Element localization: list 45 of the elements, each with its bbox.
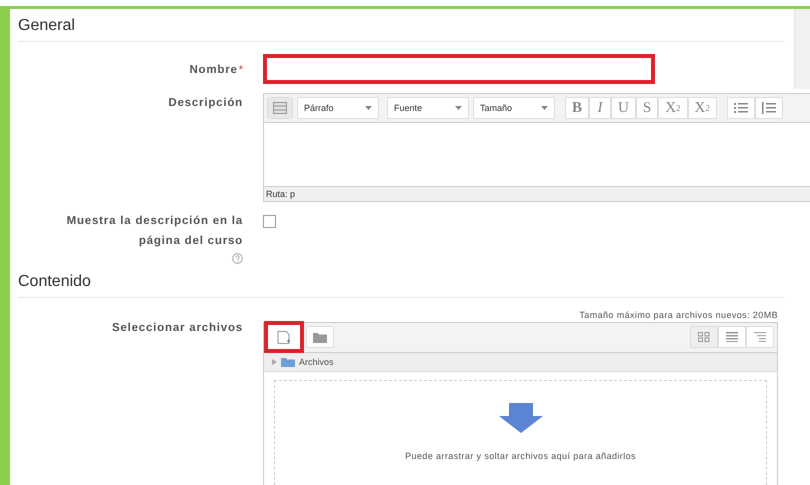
format-dropdown[interactable]: Párrafo xyxy=(297,97,379,119)
drop-zone[interactable]: Puede arrastrar y soltar archivos aquí para añadirlos xyxy=(274,380,767,485)
list-view-button[interactable] xyxy=(718,326,746,348)
caret-icon xyxy=(541,106,548,110)
caret-icon xyxy=(455,106,462,110)
format-button[interactable]: S xyxy=(636,97,658,119)
format-button[interactable]: B xyxy=(565,97,590,119)
format-button[interactable]: U xyxy=(611,97,636,119)
field-label: Descripción xyxy=(168,96,243,111)
editor-path: Ruta: p xyxy=(264,186,810,201)
folder-icon xyxy=(281,357,295,367)
name-input-field[interactable] xyxy=(263,54,655,84)
checkbox[interactable] xyxy=(263,215,276,228)
folder-icon xyxy=(313,332,327,342)
field-label: Nombre xyxy=(189,63,238,78)
format-button[interactable]: I xyxy=(589,97,612,119)
add-file-button[interactable] xyxy=(264,321,304,353)
folder-path[interactable]: Archivos xyxy=(299,357,334,367)
scrollbar-track[interactable] xyxy=(794,9,810,89)
new-folder-button[interactable] xyxy=(306,326,334,348)
format-dropdown[interactable]: Fuente xyxy=(387,97,469,119)
format-dropdown[interactable]: Tamaño xyxy=(473,97,555,119)
max-size-note: Tamaño máximo para archivos nuevos: 20MB xyxy=(579,310,778,320)
drop-hint: Puede arrastrar y soltar archivos aquí para añadirlos xyxy=(405,451,636,461)
required-mark: * xyxy=(238,64,243,76)
field-label: Seleccionar archivos xyxy=(112,321,243,336)
help-icon[interactable] xyxy=(232,253,243,264)
field-label: Muestra la descripción en la página del curso xyxy=(66,214,243,249)
bullet-list-icon xyxy=(734,102,748,114)
icon-view-button[interactable] xyxy=(690,326,718,348)
grid-icon xyxy=(698,332,710,342)
tree-list-icon xyxy=(754,332,766,342)
numbered-list-icon xyxy=(762,102,776,114)
expand-icon[interactable] xyxy=(272,359,277,365)
numbered-list-button[interactable] xyxy=(754,97,783,119)
new-file-icon xyxy=(277,330,291,344)
toolbar-toggle-icon xyxy=(273,102,287,114)
arrow-down-icon xyxy=(498,403,542,433)
bullet-list-button[interactable] xyxy=(726,97,755,119)
toolbar-toggle-button[interactable] xyxy=(267,97,293,119)
caret-icon xyxy=(365,106,372,110)
section-title[interactable]: Contenido xyxy=(18,273,91,291)
tree-view-button[interactable] xyxy=(746,326,774,348)
list-icon xyxy=(726,332,738,342)
section-title[interactable]: General xyxy=(18,17,75,35)
